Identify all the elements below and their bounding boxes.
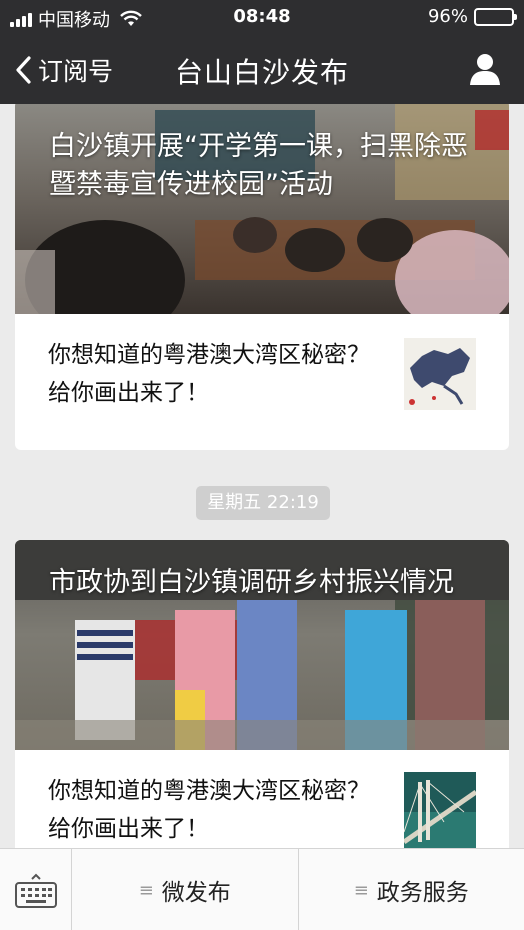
article-card[interactable]: 白沙镇开展“开学第一课，扫黑除恶暨禁毒宣传进校园”活动 你想知道的粤港澳大湾区秘… — [15, 104, 509, 450]
bottom-menu: ≡ 微发布 ≡ 政务服务 — [0, 848, 524, 930]
article-cover[interactable]: 市政协到白沙镇调研乡村振兴情况 — [15, 540, 509, 750]
menu-weifabu[interactable]: ≡ 微发布 — [72, 849, 298, 930]
menu-government-services[interactable]: ≡ 政务服务 — [297, 849, 524, 930]
message-timestamp: 星期五 22:19 — [196, 486, 330, 520]
keyboard-toggle-button[interactable] — [0, 849, 72, 930]
article-card[interactable]: 市政协到白沙镇调研乡村振兴情况 你想知道的粤港澳大湾区秘密？给你画出来了！ — [15, 540, 509, 848]
article-cover-title: 市政协到白沙镇调研乡村振兴情况 — [49, 567, 454, 598]
article-sub-item[interactable]: 你想知道的粤港澳大湾区秘密？给你画出来了！ — [15, 314, 509, 446]
status-bar: 中国移动 08:48 96% — [0, 0, 524, 34]
message-feed[interactable]: 白沙镇开展“开学第一课，扫黑除恶暨禁毒宣传进校园”活动 你想知道的粤港澳大湾区秘… — [0, 104, 524, 848]
keyboard-icon — [15, 873, 57, 908]
menu-list-icon: ≡ — [138, 879, 154, 901]
menu-label: 政务服务 — [376, 880, 469, 906]
battery-icon — [474, 7, 517, 26]
page-title: 台山白沙发布 — [174, 56, 349, 89]
user-icon[interactable] — [468, 52, 502, 86]
bridge-thumbnail — [404, 772, 476, 848]
article-cover[interactable]: 白沙镇开展“开学第一课，扫黑除恶暨禁毒宣传进校园”活动 — [15, 104, 509, 314]
menu-list-icon: ≡ — [353, 879, 369, 901]
article-sub-item[interactable]: 你想知道的粤港澳大湾区秘密？给你画出来了！ — [15, 750, 509, 848]
menu-label: 微发布 — [161, 880, 231, 906]
battery-percent: 96% — [427, 6, 468, 27]
map-thumbnail — [404, 338, 476, 410]
article-sub-title: 你想知道的粤港澳大湾区秘密？给你画出来了！ — [48, 778, 370, 842]
nav-bar: 订阅号 台山白沙发布 — [0, 34, 524, 104]
article-cover-title: 白沙镇开展“开学第一课，扫黑除恶暨禁毒宣传进校园”活动 — [49, 131, 468, 200]
article-sub-title: 你想知道的粤港澳大湾区秘密？给你画出来了！ — [48, 342, 370, 406]
